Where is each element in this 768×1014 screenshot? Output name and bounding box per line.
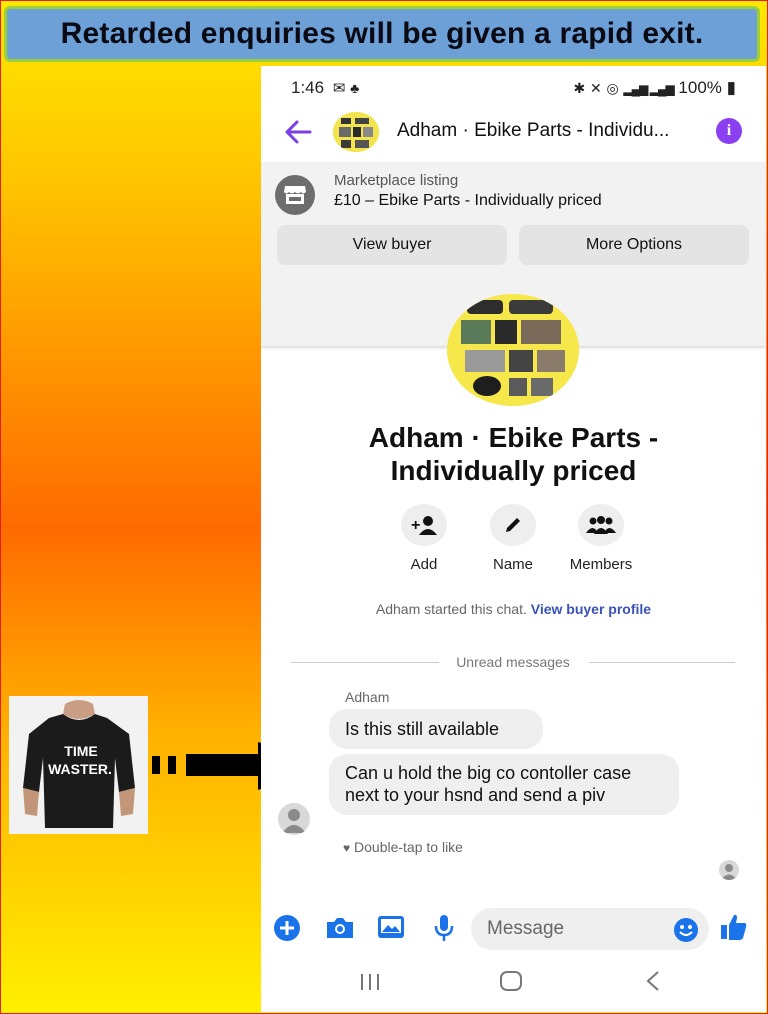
back-nav-icon[interactable] — [645, 970, 661, 997]
group-name-line2: Individually priced — [390, 455, 637, 486]
back-arrow-icon[interactable] — [283, 118, 313, 151]
android-nav-bar — [261, 964, 766, 1004]
time-waster-tshirt-image: TIME WASTER. — [9, 696, 148, 834]
sender-name: Adham — [345, 689, 390, 705]
message-bubble-1[interactable]: Is this still available — [329, 709, 543, 749]
shirt-text-line1: TIME — [64, 743, 97, 759]
view-buyer-profile-link[interactable]: View buyer profile — [531, 601, 651, 617]
emoji-icon[interactable] — [673, 917, 699, 943]
heart-icon: ♥ — [343, 841, 351, 855]
status-bar: 1:46 ✉ ♣ ✱ ✕ ◎ ▂▄▆ ▂▄▆ 100% ▮ — [261, 66, 766, 108]
marketplace-shop-icon — [275, 175, 315, 215]
message-1-text: Is this still available — [345, 719, 500, 739]
add-person-icon: + — [401, 504, 447, 546]
home-icon[interactable] — [499, 970, 523, 997]
bluetooth-icon: ✱ — [573, 80, 586, 96]
battery-percent: 100% — [678, 78, 722, 97]
listing-item[interactable]: £10 – Ebike Parts - Individually priced — [334, 192, 602, 210]
recent-apps-icon[interactable] — [359, 972, 381, 997]
notification-icon: ♣ — [350, 80, 360, 96]
message-input[interactable]: Message — [471, 908, 709, 950]
message-bubble-2[interactable]: Can u hold the big co contoller case nex… — [329, 754, 679, 815]
message-2-text: Can u hold the big co contoller case nex… — [345, 763, 632, 805]
gmail-icon: ✉ — [332, 80, 346, 97]
name-label: Name — [492, 556, 533, 573]
group-name: Adham · Ebike Parts - Individually price… — [261, 421, 766, 487]
chat-avatar[interactable] — [333, 112, 379, 152]
add-label: Add — [410, 556, 438, 573]
listing-label: Marketplace listing — [334, 172, 459, 189]
more-options-button[interactable]: More Options — [519, 225, 749, 265]
shirt-text-line2: WASTER. — [48, 761, 112, 777]
group-avatar-large[interactable] — [447, 294, 579, 406]
members-label: Members — [569, 556, 633, 573]
hotspot-icon: ◎ — [606, 80, 619, 96]
members-icon — [578, 504, 624, 546]
double-tap-text: Double-tap to like — [354, 839, 463, 855]
add-action[interactable]: + Add — [379, 504, 469, 573]
camera-icon[interactable] — [325, 916, 355, 945]
plus-icon[interactable] — [273, 914, 301, 947]
double-tap-hint: ♥ Double-tap to like — [343, 839, 463, 855]
mute-icon: ✕ — [590, 80, 602, 96]
signal-icon: ▂▄▆ ▂▄▆ — [623, 82, 674, 96]
caption-text: Retarded enquiries will be given a rapid… — [60, 17, 704, 50]
pencil-icon — [490, 504, 536, 546]
gallery-icon[interactable] — [377, 915, 405, 944]
status-time: 1:46 ✉ ♣ — [291, 78, 360, 97]
sender-avatar[interactable] — [278, 803, 310, 835]
caption-banner: Retarded enquiries will be given a rapid… — [4, 6, 760, 62]
svg-text:+: + — [411, 517, 420, 534]
message-composer: Message — [261, 904, 766, 956]
seen-avatar — [719, 860, 739, 880]
group-name-line1: Adham · Ebike Parts - — [368, 422, 659, 453]
status-right: ✱ ✕ ◎ ▂▄▆ ▂▄▆ 100% ▮ — [574, 78, 736, 98]
thumbs-up-icon[interactable] — [719, 912, 749, 947]
name-action[interactable]: Name — [468, 504, 558, 573]
battery-icon: ▮ — [726, 78, 736, 97]
info-icon[interactable]: i — [716, 118, 742, 144]
view-buyer-button[interactable]: View buyer — [277, 225, 507, 265]
members-action[interactable]: Members — [556, 504, 646, 573]
microphone-icon[interactable] — [433, 914, 455, 947]
chat-title[interactable]: Adham · Ebike Parts - Individu... — [397, 120, 669, 142]
chat-started-note: Adham started this chat. View buyer prof… — [261, 601, 766, 617]
started-text: Adham started this chat. — [375, 601, 527, 617]
message-placeholder: Message — [487, 918, 565, 939]
messenger-screenshot: 1:46 ✉ ♣ ✱ ✕ ◎ ▂▄▆ ▂▄▆ 100% ▮ Adham · Eb… — [261, 66, 766, 1012]
unread-divider: Unread messages — [291, 654, 735, 670]
chat-header: Adham · Ebike Parts - Individu... i — [261, 108, 766, 158]
